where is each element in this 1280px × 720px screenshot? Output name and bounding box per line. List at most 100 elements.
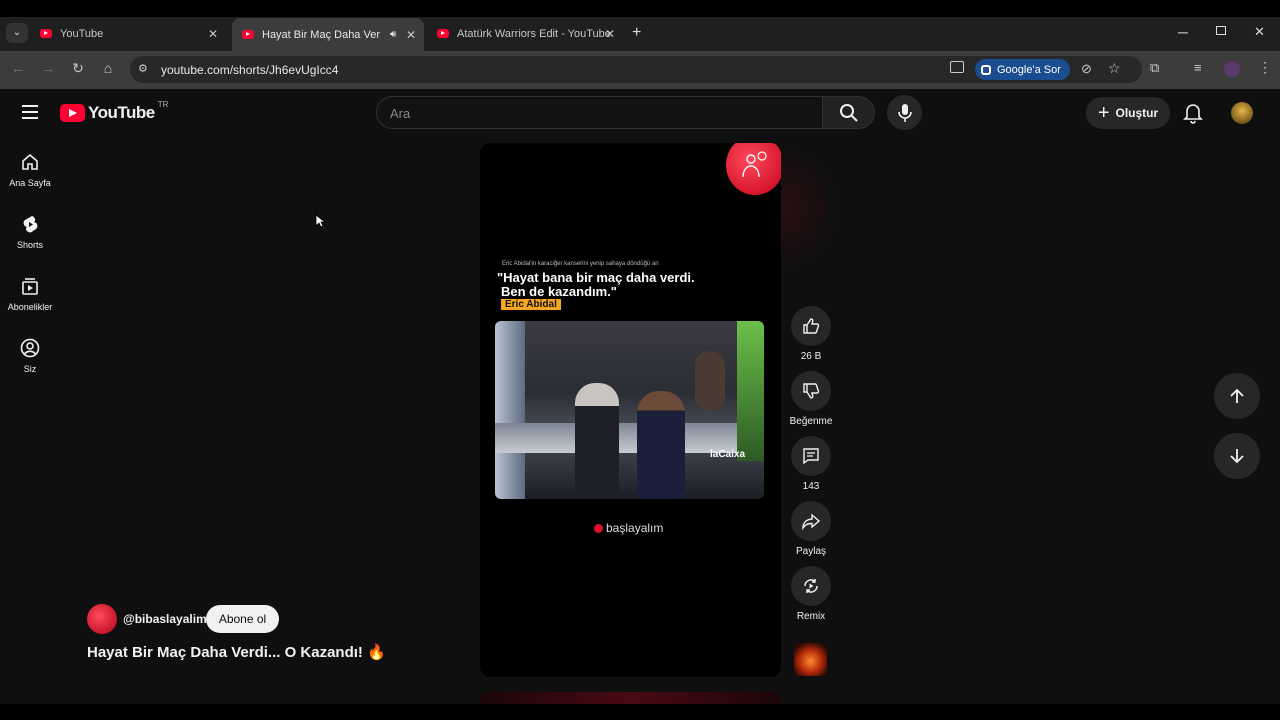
nav-label: Ana Sayfa: [9, 178, 51, 188]
nav-label: Abonelikler: [7, 302, 53, 312]
dislike-label: Beğenme: [789, 416, 833, 427]
nav-you[interactable]: Siz: [0, 338, 60, 374]
nav-label: Siz: [23, 364, 37, 374]
comments-button[interactable]: [791, 436, 831, 476]
close-tab-icon[interactable]: ✕: [208, 27, 218, 41]
tab-ataturk[interactable]: Atatürk Warriors Edit - YouTube ✕: [427, 17, 623, 50]
install-app-icon[interactable]: [950, 61, 964, 73]
account-avatar[interactable]: [1231, 102, 1253, 124]
media-control-icon[interactable]: ≡: [1194, 60, 1202, 75]
watermark: başlayalım: [594, 521, 663, 535]
tab-title: Atatürk Warriors Edit - YouTube: [457, 27, 611, 40]
nav-label: Shorts: [16, 240, 43, 250]
google-ask-button[interactable]: Google'a Sor: [975, 59, 1070, 80]
caption-small: Eric Abidal'in karaciğer kanserini yenip…: [502, 261, 659, 267]
back-icon[interactable]: ←: [8, 60, 28, 76]
youtube-favicon-icon: [242, 30, 254, 39]
channel-avatar[interactable]: [87, 604, 117, 634]
url-text: youtube.com/shorts/Jh6evUgIcc4: [161, 63, 339, 77]
remix-label: Remix: [796, 611, 826, 622]
subscribe-label: Abone ol: [218, 612, 267, 626]
subscribe-button[interactable]: Abone ol: [206, 605, 279, 633]
new-tab-button[interactable]: +: [632, 24, 641, 42]
tab-title: Hayat Bir Maç Daha Verdi...: [262, 28, 380, 41]
search-button[interactable]: [822, 96, 875, 129]
voice-search-button[interactable]: [887, 95, 922, 130]
minimize-button[interactable]: ─: [1178, 24, 1188, 40]
shorts-icon: [23, 216, 38, 233]
eye-off-icon[interactable]: ⊘: [1081, 61, 1092, 77]
arrow-down-icon: [1230, 449, 1244, 464]
browser-menu-icon[interactable]: ⋮: [1258, 59, 1272, 76]
home-icon: [22, 153, 38, 170]
tab-youtube[interactable]: YouTube ✕: [30, 17, 226, 50]
close-window-button[interactable]: ✕: [1254, 24, 1265, 40]
tab-title: YouTube: [60, 27, 104, 40]
tab-hayat[interactable]: Hayat Bir Maç Daha Verdi... 🔊︎ ✕: [232, 18, 424, 51]
likes-count: 26 B: [800, 351, 822, 362]
logo-text: YouTube: [88, 103, 155, 122]
short-video-player[interactable]: Eric Abidal'in karaciğer kanserini yenip…: [480, 143, 781, 677]
nav-shorts[interactable]: Shorts: [0, 214, 60, 250]
region-code: TR: [157, 99, 169, 109]
restore-button[interactable]: [1216, 26, 1226, 35]
home-button-icon[interactable]: ⌂: [98, 60, 118, 76]
google-ask-label: Google'a Sor: [997, 63, 1061, 76]
banner-text: laCaixa: [710, 449, 746, 460]
create-label: Oluştur: [1115, 106, 1159, 120]
remix-button[interactable]: [791, 566, 831, 606]
dislike-button[interactable]: [791, 371, 831, 411]
hamburger-menu-icon[interactable]: [22, 105, 38, 119]
channel-handle[interactable]: @bibaslayalim: [123, 612, 207, 626]
comment-icon: [803, 448, 819, 465]
mouse-cursor-icon: [315, 214, 325, 228]
close-tab-icon[interactable]: ✕: [406, 28, 416, 42]
create-button[interactable]: + Oluştur: [1086, 97, 1170, 129]
watermark-logo-icon: [594, 523, 603, 533]
next-video-peek: [480, 692, 781, 704]
thumbs-down-icon: [803, 383, 820, 399]
share-icon: [802, 513, 820, 530]
previous-short-button[interactable]: [1214, 373, 1260, 419]
like-button[interactable]: [791, 306, 831, 346]
speaker-icon[interactable]: 🔊︎: [390, 29, 396, 40]
sound-thumbnail[interactable]: [794, 643, 827, 676]
search-placeholder: Ara: [390, 106, 411, 121]
plus-icon: +: [1097, 102, 1110, 124]
youtube-play-icon: [60, 104, 85, 122]
site-settings-icon[interactable]: ⚙︎: [138, 62, 148, 75]
microphone-icon: [898, 104, 912, 122]
share-label: Paylaş: [795, 546, 826, 557]
watermark-text: başlayalım: [606, 521, 664, 535]
share-button[interactable]: [791, 501, 831, 541]
channel-watermark-badge: [726, 143, 781, 195]
extensions-icon[interactable]: ⧉: [1150, 60, 1159, 76]
name-tag: Eric Abidal: [501, 299, 561, 310]
reload-icon[interactable]: ↻: [68, 60, 88, 77]
remix-icon: [804, 579, 818, 593]
nav-subscriptions[interactable]: Abonelikler: [0, 276, 60, 312]
profile-avatar[interactable]: [1224, 61, 1240, 77]
comments-count: 143: [802, 481, 820, 492]
bookmark-star-icon[interactable]: ☆: [1108, 60, 1121, 77]
lens-icon: [981, 64, 991, 75]
short-title: Hayat Bir Maç Daha Verdi... O Kazandı! 🔥: [87, 644, 386, 661]
search-icon: [840, 104, 858, 122]
next-short-button[interactable]: [1214, 433, 1260, 479]
profile-icon: [20, 338, 40, 358]
tab-search-button[interactable]: ⌄: [6, 23, 28, 43]
arrow-up-icon: [1230, 388, 1244, 403]
notifications-button[interactable]: [1180, 100, 1206, 126]
top-black-bar: [0, 0, 1280, 17]
subscriptions-icon: [22, 278, 38, 295]
quote-line-1: "Hayat bana bir maç daha verdi.: [497, 270, 695, 285]
nav-home[interactable]: Ana Sayfa: [0, 152, 60, 188]
video-glow: [780, 143, 840, 273]
youtube-favicon-icon: [437, 29, 449, 38]
close-tab-icon[interactable]: ✕: [605, 27, 615, 41]
search-input[interactable]: Ara: [376, 96, 823, 129]
forward-icon[interactable]: →: [38, 60, 58, 76]
bell-icon: [1183, 104, 1203, 124]
youtube-logo[interactable]: YouTube TR: [60, 99, 169, 123]
thumbs-up-icon: [803, 318, 820, 334]
